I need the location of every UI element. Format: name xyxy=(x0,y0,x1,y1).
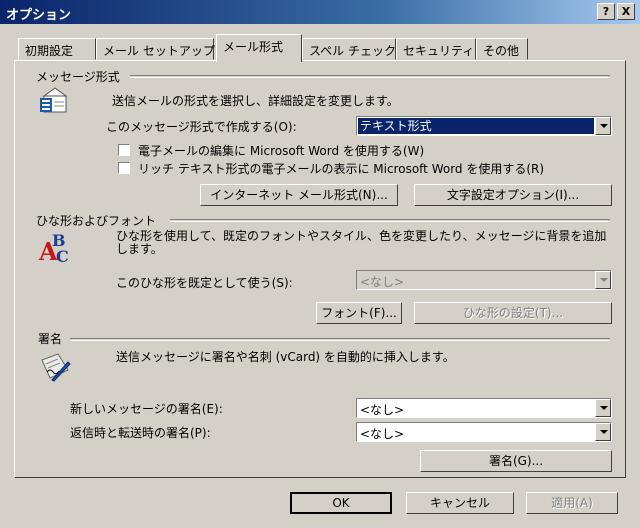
reply-signature-label: 返信時と転送時の署名(P): xyxy=(70,426,211,440)
compose-format-label: このメッセージ形式で作成する(O): xyxy=(106,120,297,134)
compose-format-value: テキスト形式 xyxy=(358,118,594,134)
ok-button[interactable]: OK xyxy=(290,492,392,514)
stationery-default-label: このひな形を既定として使う(S): xyxy=(116,276,293,290)
fonts-abc-icon: A B C xyxy=(38,228,72,266)
signatures-button[interactable]: 署名(G)... xyxy=(420,450,612,472)
signature-description: 送信メッセージに署名や名刺 (vCard) を自動的に挿入します。 xyxy=(116,350,455,364)
title-bar[interactable]: オプション ? X xyxy=(0,0,640,24)
new-message-signature-label: 新しいメッセージの署名(E): xyxy=(70,402,223,416)
stationery-picker-button[interactable]: ひな形の設定(T)... xyxy=(414,302,612,324)
stationery-value: <なし> xyxy=(360,275,405,289)
cancel-button[interactable]: キャンセル xyxy=(406,492,514,514)
word-edit-checkbox[interactable] xyxy=(118,144,130,156)
stationery-select[interactable]: <なし> xyxy=(356,270,612,290)
tab-mail-setup[interactable]: メール セットアップ xyxy=(96,38,215,60)
reply-signature-select[interactable]: <なし> xyxy=(356,422,612,442)
stationery-group-label: ひな形およびフォント xyxy=(36,214,157,228)
options-dialog: オプション ? X 初期設定 メール セットアップ メール形式 スペル チェック… xyxy=(0,0,640,528)
group-divider xyxy=(170,219,610,222)
window-title: オプション xyxy=(6,8,72,23)
chevron-down-icon[interactable] xyxy=(595,423,611,441)
fonts-button[interactable]: フォント(F)... xyxy=(316,302,402,324)
group-divider xyxy=(70,338,610,341)
svg-text:C: C xyxy=(56,247,69,264)
chevron-down-icon[interactable] xyxy=(595,399,611,417)
signature-pen-icon xyxy=(38,350,72,382)
message-format-icon xyxy=(38,86,72,116)
tab-security[interactable]: セキュリティ xyxy=(396,38,476,60)
message-format-group-label: メッセージ形式 xyxy=(36,70,120,84)
tab-general[interactable]: 初期設定 xyxy=(18,38,96,60)
charset-options-button[interactable]: 文字設定オプション(I)... xyxy=(414,184,612,206)
signature-group-label: 署名 xyxy=(38,332,63,346)
stationery-description: ひな形を使用して、既定のフォントやスタイル、色を変更したり、メッセージに背景を追… xyxy=(116,229,607,256)
new-message-signature-select[interactable]: <なし> xyxy=(356,398,612,418)
apply-button[interactable]: 適用(A) xyxy=(526,492,618,514)
help-button[interactable]: ? xyxy=(597,3,615,20)
chevron-down-icon[interactable] xyxy=(595,117,611,135)
message-format-description: 送信メールの形式を選択し、詳細設定を変更します。 xyxy=(112,94,399,108)
compose-format-select[interactable]: テキスト形式 xyxy=(356,116,612,136)
internet-format-button[interactable]: インターネット メール形式(N)... xyxy=(200,184,398,206)
word-edit-label: 電子メールの編集に Microsoft Word を使用する(W) xyxy=(138,144,425,158)
new-message-signature-value: <なし> xyxy=(360,403,405,417)
word-rtf-checkbox[interactable] xyxy=(118,162,130,174)
reply-signature-value: <なし> xyxy=(360,427,405,441)
group-divider xyxy=(130,75,610,78)
tab-other[interactable]: その他 xyxy=(476,38,528,60)
chevron-down-icon[interactable] xyxy=(595,271,611,289)
word-rtf-label: リッチ テキスト形式の電子メールの表示に Microsoft Word を使用す… xyxy=(138,162,545,176)
tab-mail-format[interactable]: メール形式 xyxy=(216,34,302,62)
tab-spelling[interactable]: スペル チェック xyxy=(302,38,396,60)
close-button[interactable]: X xyxy=(617,3,635,20)
